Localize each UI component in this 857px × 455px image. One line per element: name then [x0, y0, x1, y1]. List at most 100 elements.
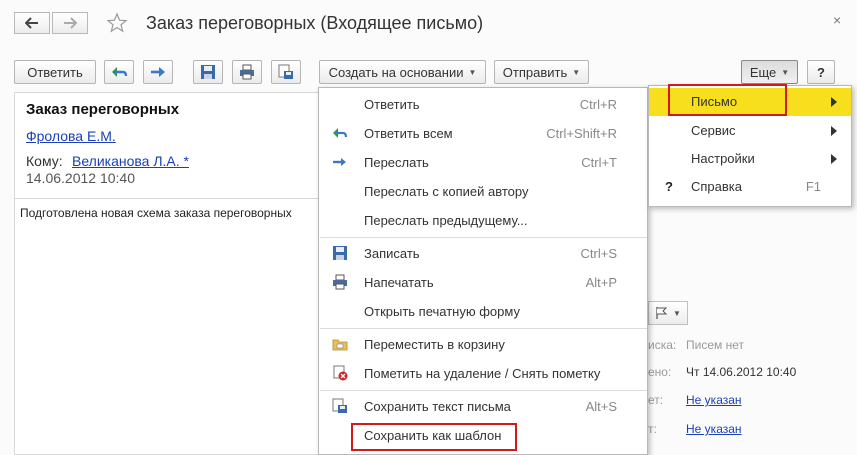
menu-item-reply[interactable]: Ответить Ctrl+R — [319, 90, 647, 118]
save-toolbar-button[interactable] — [193, 60, 223, 84]
flag-dropdown[interactable]: ▼ — [648, 301, 688, 325]
menu-item-shortcut: Ctrl+Shift+R — [546, 125, 617, 141]
flag-icon — [656, 307, 668, 319]
related-letters-label: иска: — [648, 338, 677, 352]
trash-folder-icon — [332, 339, 348, 351]
menu-item-label: Сохранить текст письма — [364, 398, 511, 414]
header-divider — [14, 198, 344, 199]
submenu-item-label: Сервис — [691, 123, 736, 138]
chevron-right-icon — [831, 126, 837, 136]
menu-item-move-to-trash[interactable]: Переместить в корзину — [319, 330, 647, 358]
menu-item-print[interactable]: Напечатать Alt+P — [319, 268, 647, 296]
menu-item-label: Ответить всем — [364, 125, 453, 141]
reply-all-icon — [112, 67, 128, 77]
chevron-down-icon: ▼ — [673, 308, 681, 318]
create-based-on-label: Создать на основании — [328, 64, 464, 80]
save-text-toolbar-button[interactable] — [271, 60, 301, 84]
submenu-item-help[interactable]: ? Справка F1 — [649, 173, 851, 201]
menu-item-label: Открыть печатную форму — [364, 303, 520, 319]
field-value-link-1[interactable]: Не указан — [686, 393, 742, 407]
save-icon — [201, 65, 215, 79]
sender-link[interactable]: Фролова Е.М. — [26, 128, 116, 144]
recipient-link[interactable]: Великанова Л.А. * — [72, 153, 189, 169]
menu-item-shortcut: Ctrl+T — [581, 154, 617, 170]
menu-item-shortcut: Alt+P — [585, 274, 617, 290]
received-value: Чт 14.06.2012 10:40 — [686, 365, 797, 379]
annotation-highlight-box — [351, 423, 517, 451]
chevron-down-icon: ▼ — [468, 67, 477, 77]
menu-item-forward[interactable]: Переслать Ctrl+T — [319, 148, 647, 176]
reply-button[interactable]: Ответить — [14, 60, 96, 84]
menu-item-shortcut: Ctrl+R — [579, 96, 617, 112]
submenu-item-label: Справка — [691, 179, 742, 194]
reply-all-icon — [333, 128, 348, 138]
menu-item-save-letter-text[interactable]: Сохранить текст письма Alt+S — [319, 392, 647, 420]
print-toolbar-button[interactable] — [232, 60, 262, 84]
close-icon[interactable]: × — [833, 12, 841, 28]
save-text-icon — [332, 398, 347, 413]
submenu-item-settings[interactable]: Настройки — [649, 145, 851, 173]
menu-separator — [320, 328, 647, 329]
window-title: Заказ переговорных (Входящее письмо) — [146, 13, 484, 33]
save-text-icon — [278, 64, 293, 79]
menu-item-label: Напечатать — [364, 274, 434, 290]
menu-item-label: Записать — [364, 245, 420, 261]
recipient-label: Кому: — [26, 153, 63, 169]
menu-separator — [320, 237, 647, 238]
arrow-right-icon — [64, 17, 77, 29]
menu-item-save[interactable]: Записать Ctrl+S — [319, 239, 647, 267]
menu-item-label: Переслать — [364, 154, 429, 170]
more-actions-menu: Ответить Ctrl+R Ответить всем Ctrl+Shift… — [318, 87, 648, 455]
menu-item-shortcut: Alt+S — [585, 398, 617, 414]
letter-subject: Заказ переговорных — [26, 101, 180, 118]
help-button[interactable]: ? — [807, 60, 835, 84]
forward-button[interactable] — [52, 12, 88, 34]
menu-item-open-print-form[interactable]: Открыть печатную форму — [319, 297, 647, 325]
submenu-item-label: Настройки — [691, 151, 755, 166]
letter-date: 14.06.2012 10:40 — [26, 170, 135, 186]
menu-item-forward-previous[interactable]: Переслать предыдущему... — [319, 206, 647, 234]
more-dropdown[interactable]: Еще ▼ — [741, 60, 798, 84]
more-label: Еще — [749, 64, 777, 80]
letter-body-text: Подготовлена новая схема заказа перегово… — [20, 206, 292, 220]
menu-item-label: Ответить — [364, 96, 420, 112]
field-label-1: ет: — [648, 393, 664, 407]
arrow-left-icon — [25, 17, 38, 29]
menu-item-label: Пометить на удаление / Снять пометку — [364, 365, 601, 381]
chevron-right-icon — [831, 154, 837, 164]
field-label-2: т: — [648, 422, 657, 436]
menu-item-reply-all[interactable]: Ответить всем Ctrl+Shift+R — [319, 119, 647, 147]
menu-item-mark-delete[interactable]: Пометить на удаление / Снять пометку — [319, 359, 647, 387]
related-letters-value: Писем нет — [686, 338, 744, 352]
submenu-item-service[interactable]: Сервис — [649, 117, 851, 145]
print-icon — [333, 274, 347, 290]
favorite-star-button[interactable] — [106, 12, 128, 37]
menu-item-label: Переместить в корзину — [364, 336, 505, 352]
save-icon — [333, 246, 347, 260]
send-dropdown[interactable]: Отправить ▼ — [494, 60, 589, 84]
delete-mark-icon — [333, 365, 348, 381]
letter-preview-panel — [14, 92, 344, 455]
chevron-right-icon — [831, 97, 837, 107]
menu-item-forward-copy-author[interactable]: Переслать с копией автору — [319, 177, 647, 205]
forward-icon — [151, 67, 165, 77]
annotation-highlight-box — [668, 84, 787, 116]
submenu-item-shortcut: F1 — [805, 179, 821, 194]
field-value-link-2[interactable]: Не указан — [686, 422, 742, 436]
create-based-on-dropdown[interactable]: Создать на основании ▼ — [319, 60, 486, 84]
forward-toolbar-button[interactable] — [143, 60, 173, 84]
window: Заказ переговорных (Входящее письмо) × О… — [0, 0, 857, 455]
chevron-down-icon: ▼ — [781, 67, 790, 77]
menu-separator — [320, 390, 647, 391]
help-icon: ? — [665, 179, 673, 194]
menu-item-label: Переслать с копией автору — [364, 183, 529, 199]
chevron-down-icon: ▼ — [572, 67, 581, 77]
forward-icon — [333, 158, 346, 166]
back-button[interactable] — [14, 12, 50, 34]
star-icon — [106, 12, 128, 33]
print-icon — [240, 64, 254, 80]
received-label: ено: — [648, 365, 672, 379]
reply-all-toolbar-button[interactable] — [104, 60, 134, 84]
send-label: Отправить — [502, 64, 568, 80]
menu-item-label: Переслать предыдущему... — [364, 212, 528, 228]
